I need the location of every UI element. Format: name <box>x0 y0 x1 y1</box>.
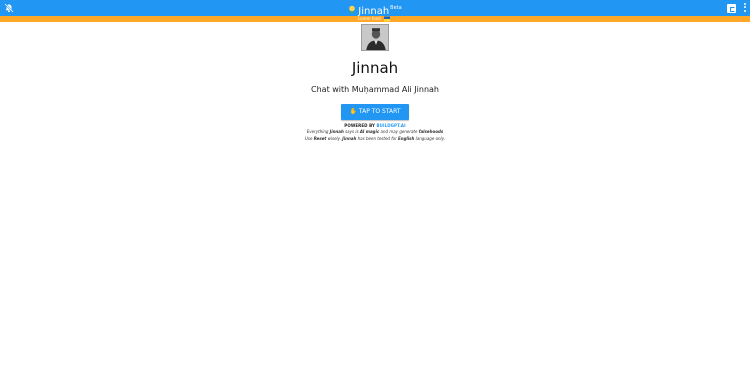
more-vert-icon[interactable] <box>743 3 747 14</box>
reset-link[interactable]: Reset <box>314 136 327 141</box>
flag-icon <box>384 16 390 22</box>
hand-icon: ✋ <box>349 108 357 115</box>
app-header: JinnahBeta <box>0 0 750 17</box>
beta-badge: Beta <box>390 5 402 11</box>
powered-by: POWERED BY BUILDGPT.AI <box>344 123 406 128</box>
disclaimer-line-2: Use Reset wisely. Jinnah has been tested… <box>304 136 445 141</box>
notice-banner: Lorem fond <box>0 16 750 22</box>
portrait-image <box>362 25 388 50</box>
disclaimer-line-1: Everything Jinnah says is AI magic and m… <box>306 129 444 134</box>
avatar <box>361 24 389 51</box>
copyright-button[interactable] <box>727 4 736 13</box>
bot-name: Jinnah <box>351 59 399 77</box>
bot-subtitle: Chat with Muḥammad Ali Jinnah <box>311 85 439 94</box>
buildgpt-link[interactable]: BUILDGPT.AI <box>377 123 406 128</box>
start-button-label: TAP TO START <box>358 108 401 115</box>
lightbulb-icon <box>349 5 356 14</box>
tap-to-start-button[interactable]: ✋ TAP TO START <box>341 104 409 120</box>
banner-tagline: Lorem fond <box>358 16 381 21</box>
